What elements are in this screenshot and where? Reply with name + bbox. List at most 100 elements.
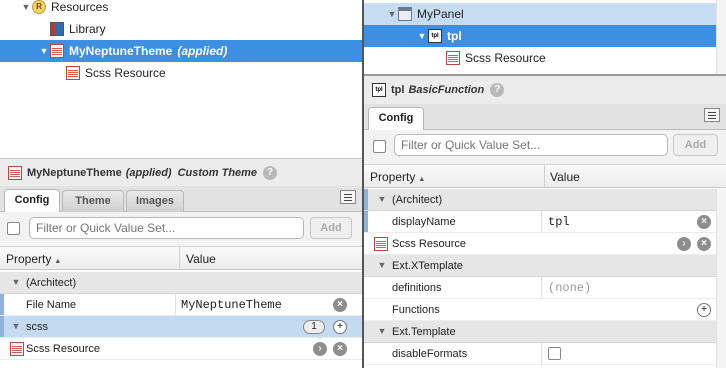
tree-item-scss-resource[interactable]: Scss Resource — [364, 47, 726, 69]
collapse-arrow-icon[interactable]: ▼ — [376, 326, 388, 336]
tab-menu-icon[interactable] — [704, 108, 720, 122]
count-badge: 1 — [303, 320, 325, 334]
property-row-file-name[interactable]: File Name MyNeptuneTheme × — [0, 294, 362, 316]
tree-item-status: (applied) — [177, 44, 228, 58]
clear-icon[interactable]: × — [697, 215, 711, 229]
tree-item-scss-resource[interactable]: Scss Resource — [0, 62, 362, 84]
property-grid-header: Property ▲ Value — [0, 246, 362, 270]
col-property-header[interactable]: Property ▲ — [370, 170, 425, 184]
display-name-value[interactable]: tpl — [548, 215, 570, 229]
group-row-template[interactable]: ▼ Ext.Template — [364, 321, 726, 343]
collapse-arrow-icon[interactable]: ▼ — [10, 321, 22, 331]
resources-icon: R — [32, 0, 46, 14]
help-icon[interactable]: ? — [490, 83, 505, 97]
scss-resource-icon — [8, 165, 22, 180]
tree-item-myneptunetheme[interactable]: ▼ MyNeptuneTheme (applied) — [0, 40, 362, 62]
go-to-icon[interactable]: › — [313, 342, 327, 356]
group-row-architect[interactable]: ▼ (Architect) — [364, 189, 726, 211]
collapse-arrow-icon[interactable]: ▼ — [10, 277, 22, 287]
filter-bar: Add — [0, 212, 362, 246]
property-row-definitions[interactable]: definitions (none) — [364, 277, 726, 299]
inspector-header: MyNeptuneTheme (applied) Custom Theme ? — [0, 158, 362, 186]
add-icon[interactable]: + — [697, 303, 711, 317]
tpl-icon: tpl — [372, 83, 386, 97]
file-name-value[interactable]: MyNeptuneTheme — [181, 298, 282, 312]
property-row-disable-formats[interactable]: disableFormats — [364, 343, 726, 365]
col-property-header[interactable]: Property ▲ — [6, 252, 61, 266]
add-icon[interactable]: + — [333, 320, 347, 334]
scss-resource-icon — [66, 66, 80, 80]
grid-scrollbar[interactable] — [716, 189, 726, 368]
filter-input[interactable] — [394, 134, 668, 156]
group-row-xtemplate[interactable]: ▼ Ext.XTemplate — [364, 255, 726, 277]
add-button[interactable]: Add — [310, 217, 352, 239]
filter-bar: Add — [364, 130, 726, 164]
tree-item-label: MyNeptuneTheme — [69, 44, 173, 58]
scss-resource-icon — [50, 44, 64, 58]
property-row-functions[interactable]: Functions + — [364, 299, 726, 321]
tree-item-label: Library — [69, 22, 106, 36]
remove-icon[interactable]: × — [333, 342, 347, 356]
remove-icon[interactable]: × — [697, 237, 711, 251]
property-row-scss-resource[interactable]: Scss Resource › × — [364, 233, 726, 255]
inspector-header: tpl tpl BasicFunction ? — [364, 74, 726, 104]
inspector-status: (applied) — [125, 166, 172, 179]
sort-asc-icon: ▲ — [418, 176, 426, 183]
project-tree: ▼ R Resources Library ▼ MyNeptuneTheme (… — [0, 0, 362, 158]
tree-item-label: tpl — [447, 29, 462, 43]
left-panel: ▼ R Resources Library ▼ MyNeptuneTheme (… — [0, 0, 362, 368]
tree-item-resources[interactable]: ▼ R Resources — [0, 0, 362, 18]
library-icon — [50, 22, 64, 36]
tab-config[interactable]: Config — [368, 107, 424, 130]
expand-arrow-icon[interactable]: ▼ — [386, 9, 398, 19]
inspector-title: tpl — [391, 84, 405, 96]
panel-icon — [398, 7, 412, 21]
tree-item-library[interactable]: Library — [0, 18, 362, 40]
collapse-arrow-icon[interactable]: ▼ — [376, 260, 388, 270]
tree-item-label: MyPanel — [417, 7, 464, 21]
right-panel: ▼ MyPanel ▼ tpl tpl Scss Resource tpl tp… — [364, 0, 726, 368]
tree-item-label: Scss Resource — [85, 66, 166, 80]
inspector-tabbar: Config — [364, 104, 726, 130]
inspector-type: BasicFunction — [408, 84, 485, 96]
tab-config[interactable]: Config — [4, 189, 60, 212]
property-grid-header: Property ▲ Value — [364, 164, 726, 188]
tree-scrollbar[interactable] — [716, 0, 726, 74]
tab-theme[interactable]: Theme — [62, 190, 124, 212]
clear-icon[interactable]: × — [333, 298, 347, 312]
expand-arrow-icon[interactable]: ▼ — [416, 31, 428, 41]
tree-item-tpl[interactable]: ▼ tpl tpl — [364, 25, 726, 47]
sort-asc-icon: ▲ — [54, 258, 62, 265]
filter-checkbox[interactable] — [7, 222, 20, 235]
filter-checkbox[interactable] — [373, 140, 386, 153]
property-row-display-name[interactable]: displayName tpl × — [364, 211, 726, 233]
scss-resource-icon — [10, 342, 24, 356]
inspector-tabbar: Config Theme Images — [0, 186, 362, 212]
disable-formats-checkbox[interactable] — [548, 347, 561, 360]
tab-images[interactable]: Images — [126, 190, 184, 212]
tree-item-mypanel[interactable]: ▼ MyPanel — [364, 3, 726, 25]
inspector-type: Custom Theme — [177, 166, 258, 179]
col-value-header[interactable]: Value — [550, 170, 580, 184]
tree-item-label: Scss Resource — [465, 51, 546, 65]
definitions-value[interactable]: (none) — [548, 281, 591, 295]
collapse-arrow-icon[interactable]: ▼ — [376, 194, 388, 204]
expand-arrow-icon[interactable]: ▼ — [20, 2, 32, 12]
go-to-icon[interactable]: › — [677, 237, 691, 251]
property-row-empty — [0, 360, 362, 368]
tpl-icon: tpl — [428, 29, 442, 43]
help-icon[interactable]: ? — [263, 165, 278, 180]
expand-arrow-icon[interactable]: ▼ — [38, 46, 50, 56]
tree-item-label: Resources — [51, 0, 109, 14]
tab-menu-icon[interactable] — [340, 190, 356, 204]
col-value-header[interactable]: Value — [186, 252, 216, 266]
scss-resource-icon — [446, 51, 460, 65]
property-row-scss[interactable]: ▼ scss 1 + — [0, 316, 362, 338]
filter-input[interactable] — [29, 217, 304, 239]
inspector-title: MyNeptuneTheme — [27, 166, 122, 179]
property-row-scss-resource[interactable]: Scss Resource › × — [0, 338, 362, 360]
add-button[interactable]: Add — [673, 134, 718, 156]
scss-resource-icon — [374, 237, 388, 251]
component-tree: ▼ MyPanel ▼ tpl tpl Scss Resource — [364, 0, 726, 74]
group-row-architect[interactable]: ▼ (Architect) — [0, 272, 362, 294]
